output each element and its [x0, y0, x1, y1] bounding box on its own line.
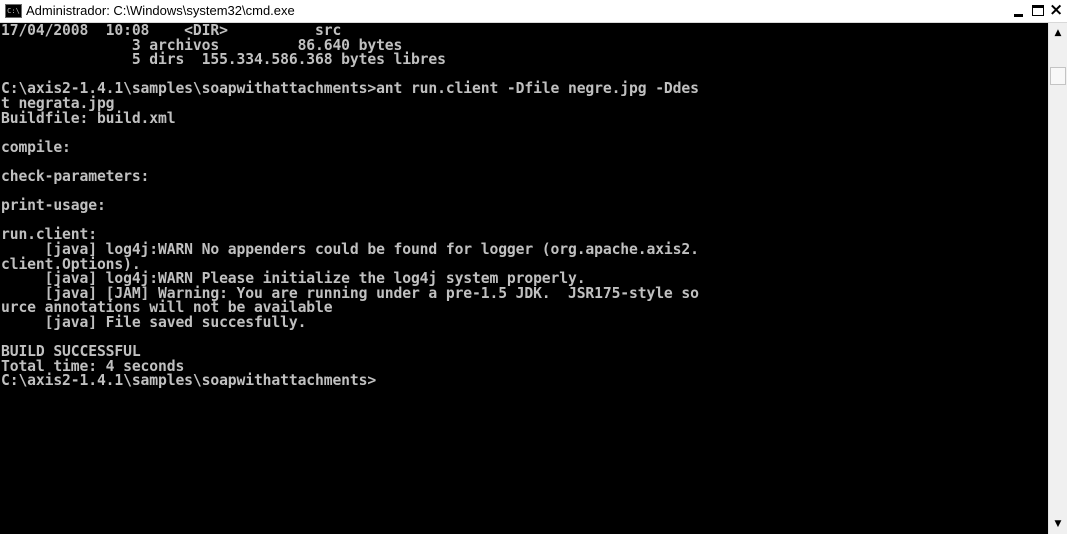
window-title: Administrador: C:\Windows\system32\cmd.e…	[26, 3, 295, 18]
console-output[interactable]: 17/04/2008 10:08 <DIR> src 3 archivos 86…	[0, 23, 1048, 534]
close-icon: ×	[1049, 0, 1064, 20]
console-text: 17/04/2008 10:08 <DIR> src 3 archivos 86…	[1, 23, 699, 390]
maximize-button[interactable]	[1029, 1, 1047, 21]
scroll-up-arrow-icon[interactable]: ▲	[1049, 25, 1067, 42]
minimize-icon	[1014, 14, 1023, 17]
close-button[interactable]: ×	[1048, 0, 1066, 21]
scroll-down-arrow-icon[interactable]: ▼	[1049, 516, 1067, 533]
maximize-icon	[1032, 5, 1044, 16]
vertical-scrollbar[interactable]: ▲ ▼	[1048, 23, 1067, 534]
cmd-icon[interactable]: C:\	[5, 4, 22, 18]
cmd-window: C:\ Administrador: C:\Windows\system32\c…	[0, 0, 1067, 534]
title-bar[interactable]: C:\ Administrador: C:\Windows\system32\c…	[0, 0, 1067, 23]
scroll-thumb[interactable]	[1050, 67, 1066, 85]
minimize-button[interactable]	[1010, 1, 1028, 21]
